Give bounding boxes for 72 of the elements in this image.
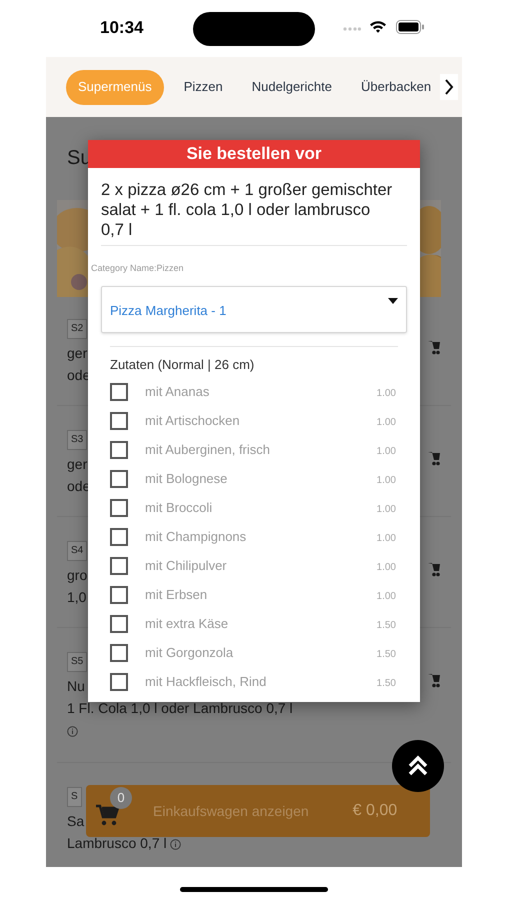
checkbox[interactable] (110, 440, 128, 458)
category-label: Category Name:Pizzen (90, 262, 185, 274)
option-label: mit Artischocken (145, 412, 241, 430)
show-cart-label: Einkaufswagen anzeigen (153, 802, 309, 821)
option-label: mit Gorgonzola (145, 644, 234, 662)
checkbox[interactable] (110, 470, 128, 488)
option-label: mit Broccoli (145, 498, 214, 517)
info-icon[interactable] (170, 838, 181, 850)
checkbox[interactable] (110, 412, 128, 430)
wifi-icon (369, 20, 387, 33)
item-description: 1 Fl. Cola 1,0 l oder Lambrusco 0,7 l (67, 700, 293, 716)
option-label: mit Champignons (145, 528, 248, 546)
option-price: 1.00 (376, 416, 396, 430)
item-code-tag: S5 (67, 652, 88, 672)
option-label: mit Ananas (145, 382, 210, 401)
add-to-cart-icon[interactable] (428, 561, 440, 577)
item-code-tag: S (67, 787, 82, 807)
category-tab[interactable]: Überbacken (360, 70, 432, 104)
double-chevron-up-icon (407, 755, 429, 777)
scroll-right-button[interactable] (440, 74, 458, 100)
checkbox[interactable] (110, 614, 128, 632)
add-to-cart-icon[interactable] (428, 339, 440, 355)
option-label: mit Bolognese (145, 470, 228, 488)
checkbox[interactable] (110, 498, 128, 516)
item-code-tag: S2 (67, 319, 88, 339)
cart-count-badge: 0 (110, 787, 132, 809)
add-to-cart-icon[interactable] (428, 672, 440, 688)
option-price: 1.00 (376, 560, 396, 574)
dialog-title: Sie bestellen vor (88, 140, 420, 168)
item-description: Lambrusco 0,7 l (67, 835, 167, 851)
item-description: gro (67, 567, 88, 583)
option-price: 1.00 (376, 502, 396, 516)
option-label: mit extra Käse (145, 614, 230, 633)
checkbox[interactable] (110, 382, 128, 400)
pizza-select[interactable]: Pizza Margherita - 1 (101, 286, 407, 333)
option-label: mit Auberginen, frisch (145, 440, 272, 459)
category-tab[interactable]: Nudelgerichte (252, 70, 332, 104)
item-code-tag: S3 (67, 430, 88, 450)
checkbox[interactable] (110, 556, 128, 574)
checkbox[interactable] (110, 528, 128, 546)
item-description: ger (67, 456, 88, 472)
section-title: Zutaten (Normal | 26 cm) (109, 357, 256, 373)
scroll-to-top-button[interactable] (392, 740, 444, 792)
option-price: 1.50 (376, 676, 396, 690)
checkbox[interactable] (110, 672, 128, 690)
option-price: 1.00 (376, 386, 396, 400)
option-price: 1.00 (376, 474, 396, 488)
option-price: 1.50 (376, 618, 396, 632)
status-time: 10:34 (100, 17, 144, 39)
option-price: 1.00 (376, 532, 396, 546)
battery-icon (396, 20, 425, 34)
cart-icon (95, 803, 119, 827)
checkbox[interactable] (110, 586, 128, 604)
option-price: 1.00 (376, 444, 396, 458)
checkbox[interactable] (110, 644, 128, 662)
chevron-right-icon (444, 78, 454, 96)
info-icon[interactable] (67, 726, 78, 736)
signal-icon (343, 27, 361, 31)
add-to-cart-icon[interactable] (428, 450, 440, 466)
item-description: 1,0 (67, 589, 86, 605)
option-label: mit Erbsen (145, 586, 208, 604)
option-label: mit Chilipulver (145, 556, 228, 575)
item-description: Nu (67, 678, 85, 694)
item-code-tag: S4 (67, 541, 88, 561)
menu-description: 2 x pizza ø26 cm + 1 großer gemischter salat + 1 fl. cola 1,0 l oder lambrusco 0,7 l (100, 180, 394, 240)
category-tab[interactable]: Pizzen (184, 70, 223, 104)
option-price: 1.50 (376, 648, 396, 662)
option-label: mit Hackfleisch, Rind (145, 672, 268, 691)
item-description: Sa (67, 813, 84, 829)
option-price: 1.00 (376, 590, 396, 604)
item-description: ger (67, 345, 88, 361)
cart-total: € 0,00 (352, 801, 398, 821)
